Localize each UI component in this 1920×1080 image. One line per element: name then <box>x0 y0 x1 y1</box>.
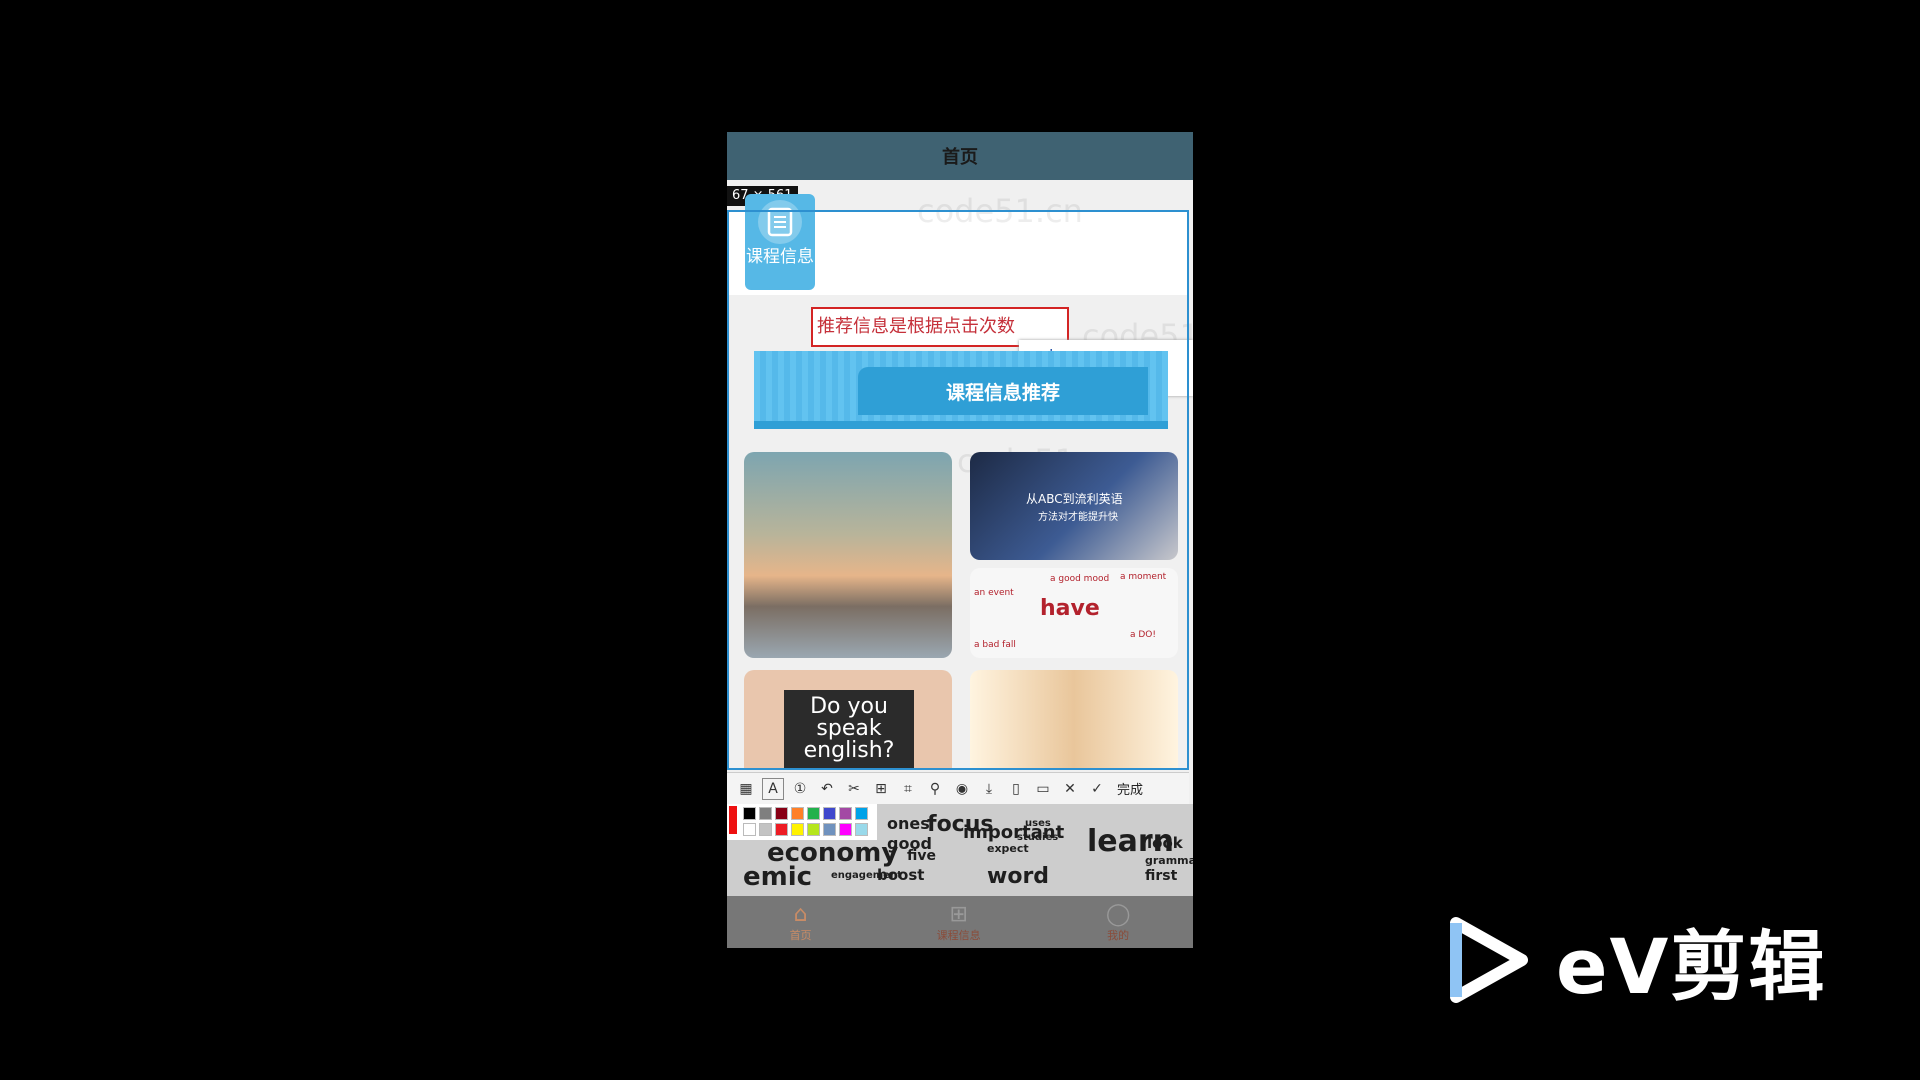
app-header: 首页 <box>727 132 1193 180</box>
translate-icon[interactable]: ⊞ <box>870 778 892 800</box>
abc-card-title: 从ABC到流利英语 <box>1026 492 1123 506</box>
course-card-speak[interactable]: Do you speak english? <box>744 670 952 770</box>
course-card-yoga[interactable] <box>970 670 1178 770</box>
have-term: a bad fall <box>974 640 1016 650</box>
course-info-tile[interactable]: 课程信息 <box>745 194 815 290</box>
page-title: 首页 <box>942 147 978 168</box>
color-swatch[interactable] <box>791 807 804 820</box>
ev-logo-text: eV剪辑 <box>1556 922 1827 1011</box>
color-swatch[interactable] <box>743 823 756 836</box>
course-tile-label: 课程信息 <box>746 247 814 267</box>
phone-screen: 首页 67 × 561 code51.cn code51.cn code51.c… <box>727 132 1193 948</box>
tab-label: 课程信息 <box>936 928 981 942</box>
color-swatch[interactable] <box>743 807 756 820</box>
phone-icon[interactable]: ▯ <box>1005 778 1027 800</box>
play-logo-icon <box>1450 917 1528 1003</box>
tab-home[interactable]: ⌂ 首页 <box>790 902 812 943</box>
ev-editor-watermark: eV剪辑 <box>1448 905 1826 1015</box>
bottom-tab-bar: ⌂ 首页 ⊞ 课程信息 ◯ 我的 <box>727 896 1193 948</box>
color-palette <box>727 804 877 840</box>
done-button[interactable]: 完成 <box>1117 779 1143 798</box>
close-icon[interactable]: ✕ <box>1059 778 1081 800</box>
color-swatch[interactable] <box>775 823 788 836</box>
wordcloud-word: look <box>1147 834 1183 852</box>
record-icon[interactable]: ◉ <box>951 778 973 800</box>
color-swatch[interactable] <box>791 823 804 836</box>
tab-mine[interactable]: ◯ 我的 <box>1106 902 1131 943</box>
color-swatch[interactable] <box>775 807 788 820</box>
color-swatch[interactable] <box>823 823 836 836</box>
color-swatch[interactable] <box>759 807 772 820</box>
wordcloud-word: word <box>987 864 1050 889</box>
wordcloud-word: emic <box>743 862 813 892</box>
ocr-icon[interactable]: ⌗ <box>897 778 919 800</box>
wordcloud-word: ones <box>887 814 930 833</box>
wordcloud-word: first <box>1145 868 1178 884</box>
wordcloud-word: important <box>963 822 1065 843</box>
tab-label: 我的 <box>1107 928 1130 942</box>
tab-course-info[interactable]: ⊞ 课程信息 <box>937 902 981 943</box>
tab-label: 首页 <box>789 928 812 942</box>
color-swatch[interactable] <box>855 823 868 836</box>
color-swatch[interactable] <box>823 807 836 820</box>
pin-icon[interactable]: ⚲ <box>924 778 946 800</box>
current-color-swatch[interactable] <box>729 806 737 834</box>
color-swatch[interactable] <box>855 807 868 820</box>
wordcloud-word: boost <box>877 866 925 884</box>
mosaic-icon[interactable]: ▦ <box>735 778 757 800</box>
have-term: an event <box>974 588 1014 598</box>
text-icon[interactable]: A <box>762 777 784 800</box>
undo-icon[interactable]: ↶ <box>816 778 838 800</box>
grid-icon: ⊞ <box>949 901 968 927</box>
bookmark-icon[interactable]: ▭ <box>1032 778 1054 800</box>
have-term: a good mood <box>1050 574 1110 584</box>
home-icon: ⌂ <box>793 901 808 927</box>
recommend-banner: 课程信息推荐 <box>754 351 1168 429</box>
have-term: a moment <box>1120 572 1167 582</box>
download-icon[interactable]: ⤓ <box>978 778 1000 800</box>
recommend-banner-label: 课程信息推荐 <box>858 367 1148 415</box>
color-swatch[interactable] <box>807 823 820 836</box>
course-card-abc[interactable]: 从ABC到流利英语 方法对才能提升快 <box>970 452 1178 560</box>
course-card-have[interactable]: have a good mood a moment an event a bad… <box>970 568 1178 658</box>
wordcloud-word: five <box>907 848 936 864</box>
color-swatch[interactable] <box>839 823 852 836</box>
user-icon: ◯ <box>1105 901 1131 927</box>
color-swatch[interactable] <box>839 807 852 820</box>
speak-board-text: Do you speak english? <box>784 690 914 770</box>
color-swatch[interactable] <box>759 823 772 836</box>
have-word: have <box>1040 596 1100 621</box>
capture-toolbar: ▦ A ① ↶ ✂ ⊞ ⌗ ⚲ ◉ ⤓ ▯ ▭ ✕ ✓ 完成 <box>727 772 1189 804</box>
wordcloud-word: expect <box>987 842 1029 855</box>
check-icon[interactable]: ✓ <box>1086 778 1108 800</box>
wordcloud-word: grammar <box>1145 854 1193 867</box>
cut-icon[interactable]: ✂ <box>843 778 865 800</box>
color-swatch[interactable] <box>807 807 820 820</box>
have-term: a DO! <box>1130 630 1156 640</box>
number-icon[interactable]: ① <box>789 778 811 800</box>
watermark: code51.cn <box>917 192 1083 230</box>
document-icon <box>758 200 802 244</box>
course-card-sky[interactable] <box>744 452 952 658</box>
abc-card-subtitle: 方法对才能提升快 <box>1038 512 1118 523</box>
